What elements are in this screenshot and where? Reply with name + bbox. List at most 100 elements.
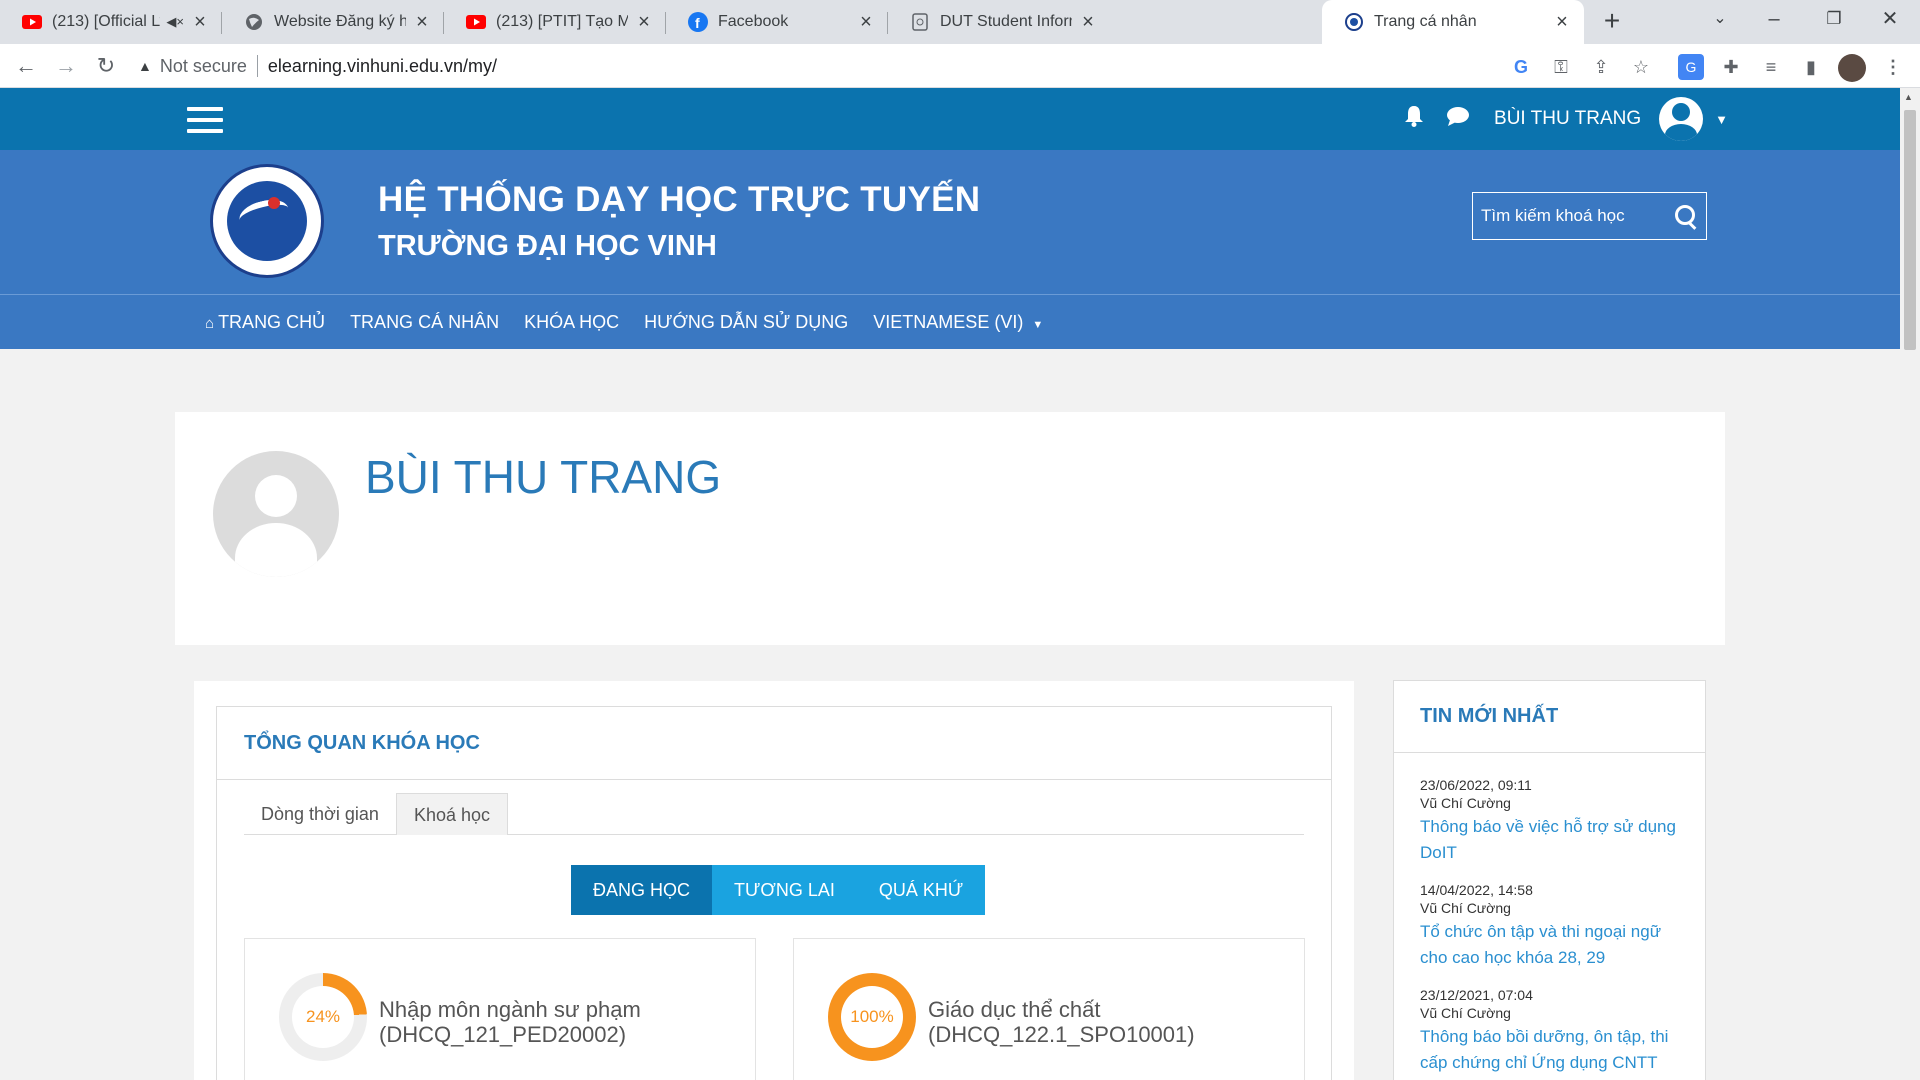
progress-label: 24% <box>292 986 354 1048</box>
user-avatar[interactable] <box>1659 97 1704 141</box>
filter-future-button[interactable]: TƯƠNG LAI <box>712 865 857 915</box>
browser-tab-active[interactable]: Trang cá nhân × <box>1322 0 1584 44</box>
close-tab-icon[interactable]: × <box>1552 11 1572 34</box>
forward-icon[interactable]: → <box>50 50 82 82</box>
menu-item-profile[interactable]: TRANG CÁ NHÂN <box>350 312 499 333</box>
youtube-icon <box>22 12 42 32</box>
tab-title: Website Đăng ký học - Trường <box>274 13 406 30</box>
course-card[interactable]: 24% Nhập môn ngành sư phạm (DHCQ_121_PED… <box>244 938 756 1080</box>
google-icon[interactable]: G <box>1508 54 1534 80</box>
block-title: TIN MỚI NHẤT <box>1394 681 1705 753</box>
search-input[interactable]: Tìm kiếm khoá học <box>1481 206 1666 226</box>
facebook-icon: f <box>688 12 708 32</box>
browser-tab-strip: (213) [Official Lyric Video] ◀× × Websit… <box>0 0 1920 44</box>
warning-icon[interactable]: ▲ <box>138 58 152 74</box>
latest-news-block: TIN MỚI NHẤT 23/06/2022, 09:11 Vũ Chí Cư… <box>1393 680 1706 1080</box>
course-card[interactable]: 100% Giáo dục thể chất (DHCQ_122.1_SPO10… <box>793 938 1305 1080</box>
menu-item-courses[interactable]: KHÓA HỌC <box>524 312 619 333</box>
url-text[interactable]: elearning.vinhuni.edu.vn/my/ <box>268 56 497 77</box>
bookmark-star-icon[interactable]: ☆ <box>1628 54 1654 80</box>
user-menu-name[interactable]: BÙI THU TRANG <box>1494 108 1641 130</box>
news-link[interactable]: Thông báo bồi dưỡng, ôn tập, thi cấp chứ… <box>1420 1024 1690 1076</box>
restore-icon[interactable]: ❐ <box>1804 0 1864 40</box>
course-overview-block: TỔNG QUAN KHÓA HỌC Dòng thời gian Khoá h… <box>216 706 1332 1080</box>
menu-item-guide[interactable]: HƯỚNG DẪN SỬ DỤNG <box>644 312 848 333</box>
close-tab-icon[interactable]: × <box>1078 11 1098 34</box>
university-logo[interactable] <box>210 164 324 278</box>
tab-title: (213) [PTIT] Tạo Menu động <box>496 13 628 30</box>
course-search-box[interactable]: Tìm kiếm khoá học <box>1472 192 1707 240</box>
chat-icon[interactable] <box>1446 106 1470 132</box>
tab-title: (213) [Official Lyric Video] <box>52 13 160 30</box>
news-author: Vũ Chí Cường <box>1420 900 1511 916</box>
new-tab-button[interactable]: + <box>1596 6 1628 38</box>
profile-header: BÙI THU TRANG <box>175 412 1725 645</box>
page-viewport: BÙI THU TRANG ▼ HỆ THỐNG DẠY HỌC TRỰC TU… <box>0 88 1900 1080</box>
news-item: 23/12/2021, 07:04 Vũ Chí Cường Thông báo… <box>1420 986 1690 1076</box>
filter-past-button[interactable]: QUÁ KHỨ <box>856 865 986 915</box>
profile-name: BÙI THU TRANG <box>365 451 722 503</box>
news-date: 23/12/2021, 07:04 <box>1420 987 1533 1003</box>
close-window-icon[interactable]: ✕ <box>1860 0 1920 40</box>
tab-title: Facebook <box>718 13 789 30</box>
tab-search-icon[interactable]: ⌄ <box>1690 0 1750 40</box>
speaker-muted-icon[interactable]: ◀× <box>166 14 184 30</box>
filter-in-progress-button[interactable]: ĐANG HỌC <box>571 865 713 915</box>
news-item: 23/06/2022, 09:11 Vũ Chí Cường Thông báo… <box>1420 776 1690 866</box>
close-tab-icon[interactable]: × <box>190 11 210 34</box>
browser-tab[interactable]: DUT Student Information Sys × <box>888 0 1110 44</box>
tab-title: DUT Student Information Sys <box>940 13 1072 30</box>
svg-text:f: f <box>695 15 700 31</box>
news-item: 14/04/2022, 14:58 Vũ Chí Cường Tổ chức ô… <box>1420 881 1690 971</box>
translate-icon[interactable]: G <box>1678 54 1704 80</box>
course-name[interactable]: Nhập môn ngành sư phạm (DHCQ_121_PED2000… <box>379 997 641 1047</box>
reload-icon[interactable]: ↻ <box>90 50 122 82</box>
extensions-icon[interactable]: ✚ <box>1718 54 1744 80</box>
minimize-icon[interactable]: – <box>1744 0 1804 40</box>
back-icon[interactable]: ← <box>10 50 42 82</box>
caret-down-icon[interactable]: ▼ <box>1715 112 1728 127</box>
close-tab-icon[interactable]: × <box>412 11 432 34</box>
close-tab-icon[interactable]: × <box>856 11 876 34</box>
tab-timeline[interactable]: Dòng thời gian <box>244 793 396 835</box>
progress-ring: 100% <box>828 973 916 1061</box>
overview-tabs: Dòng thời gian Khoá học <box>244 793 1304 835</box>
browser-tab[interactable]: (213) [Official Lyric Video] ◀× × <box>0 0 222 44</box>
browser-tab[interactable]: Website Đăng ký học - Trường × <box>222 0 444 44</box>
share-icon[interactable]: ⇪ <box>1588 54 1614 80</box>
course-name[interactable]: Giáo dục thể chất (DHCQ_122.1_SPO10001) <box>928 997 1195 1047</box>
top-navbar: BÙI THU TRANG ▼ <box>0 88 1900 150</box>
side-panel-icon[interactable]: ▮ <box>1798 54 1824 80</box>
page-scrollbar[interactable]: ▲ <box>1900 88 1920 1080</box>
tab-courses[interactable]: Khoá học <box>396 793 509 835</box>
security-label[interactable]: Not secure <box>160 56 247 77</box>
site-subtitle: TRƯỜNG ĐẠI HỌC VINH <box>378 230 717 262</box>
progress-label: 100% <box>841 986 903 1048</box>
browser-tab[interactable]: (213) [PTIT] Tạo Menu động × <box>444 0 666 44</box>
search-icon[interactable] <box>1666 193 1706 239</box>
progress-ring: 24% <box>279 973 367 1061</box>
news-date: 14/04/2022, 14:58 <box>1420 882 1533 898</box>
menu-item-language[interactable]: VIETNAMESE (VI) ▼ <box>873 312 1043 333</box>
profile-picture <box>213 451 339 577</box>
vinhuni-icon <box>1344 12 1364 32</box>
caret-down-icon: ▼ <box>1032 318 1044 331</box>
bell-icon[interactable] <box>1404 105 1424 133</box>
menu-item-home[interactable]: ⌂ TRANG CHỦ <box>205 312 325 333</box>
media-control-icon[interactable]: ≡ <box>1758 54 1784 80</box>
hamburger-menu-icon[interactable] <box>187 107 223 133</box>
main-region: TỔNG QUAN KHÓA HỌC Dòng thời gian Khoá h… <box>194 681 1354 1080</box>
key-icon[interactable]: ⚿ <box>1548 54 1574 80</box>
menu-kebab-icon[interactable]: ⋮ <box>1880 54 1906 80</box>
tab-title: Trang cá nhân <box>1374 13 1477 30</box>
profile-avatar-icon[interactable] <box>1838 54 1866 82</box>
browser-tab[interactable]: f Facebook × <box>666 0 888 44</box>
home-icon: ⌂ <box>205 314 215 332</box>
site-title: HỆ THỐNG DẠY HỌC TRỰC TUYẾN <box>378 180 981 219</box>
scrollbar-thumb[interactable] <box>1904 110 1916 350</box>
browser-toolbar: ← → ↻ ▲ Not secure elearning.vinhuni.edu… <box>0 44 1920 88</box>
news-link[interactable]: Thông báo về việc hỗ trợ sử dụng DoIT <box>1420 814 1690 866</box>
close-tab-icon[interactable]: × <box>634 11 654 34</box>
news-link[interactable]: Tổ chức ôn tập và thi ngoại ngữ cho cao … <box>1420 919 1690 971</box>
course-filter-group: ĐANG HỌC TƯƠNG LAI QUÁ KHỨ <box>571 865 986 915</box>
